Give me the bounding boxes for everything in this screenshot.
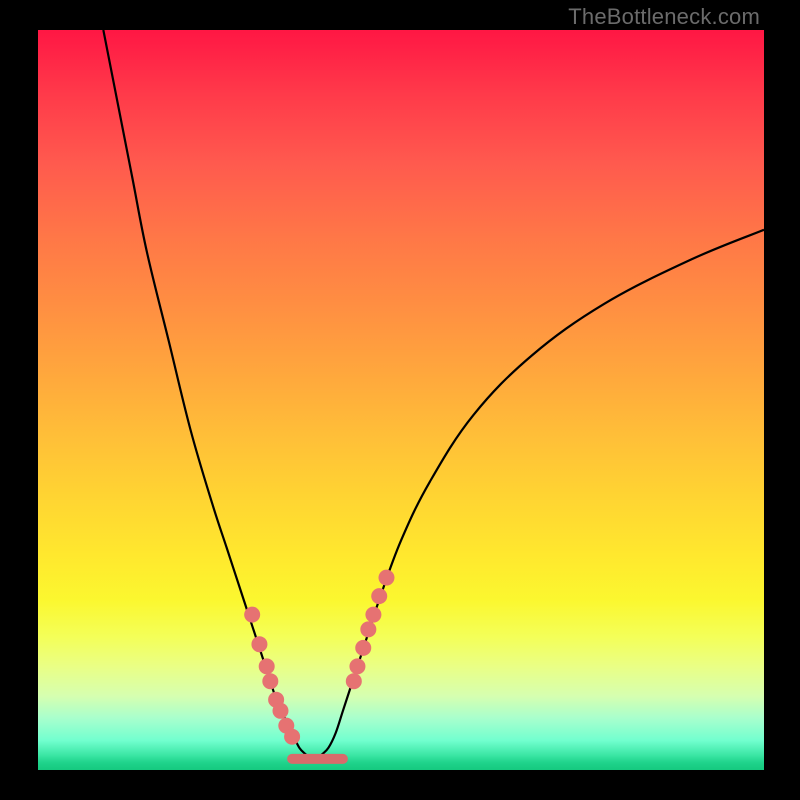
highlight-dot [365,607,381,623]
highlight-dot [360,621,376,637]
highlight-dot [349,658,365,674]
highlight-dot [371,588,387,604]
curve-left-branch [103,30,314,763]
highlight-dot [272,703,288,719]
highlight-dot [346,673,362,689]
highlight-dot [244,607,260,623]
chart-frame: TheBottleneck.com [0,0,800,800]
plot-area [38,30,764,770]
curve-right-branch [314,230,764,763]
highlight-dot [355,640,371,656]
highlight-dot [262,673,278,689]
highlight-dot [378,570,394,586]
chart-svg [38,30,764,770]
highlight-dot [284,729,300,745]
watermark-label: TheBottleneck.com [568,4,760,30]
highlight-dot [251,636,267,652]
highlight-dot [259,658,275,674]
